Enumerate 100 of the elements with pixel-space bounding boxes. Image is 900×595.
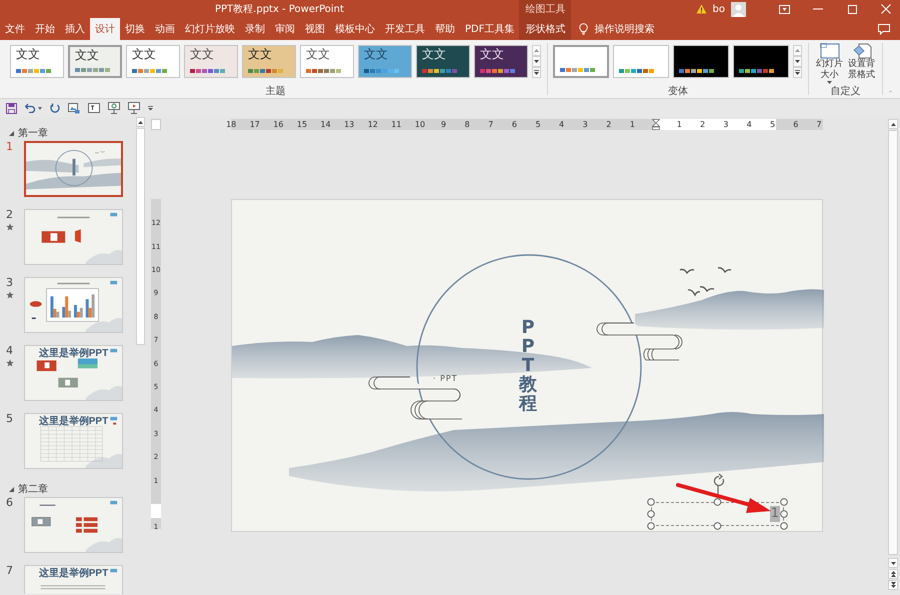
- slide-number: 1: [6, 141, 13, 154]
- indent-marker-icon[interactable]: [652, 119, 660, 130]
- color-palette-drawing: [248, 69, 284, 73]
- customize-caret-icon[interactable]: [148, 106, 153, 110]
- scroll-up-icon: [890, 122, 896, 126]
- dropdown-caret-icon[interactable]: [38, 106, 42, 110]
- ribbon-button[interactable]: 设置背景格式: [846, 43, 876, 81]
- redo-icon[interactable]: [50, 103, 60, 113]
- theme-thumbnail[interactable]: 文文: [10, 45, 64, 78]
- theme-sample-text: 文文: [305, 46, 330, 62]
- star-icon: [6, 223, 14, 232]
- gallery-down-button[interactable]: [793, 56, 802, 67]
- color-palette-drawing: [132, 69, 168, 73]
- ribbon-tab[interactable]: 审阅: [270, 18, 300, 40]
- star-icon: [6, 291, 14, 300]
- scrollbar-thumb[interactable]: [888, 130, 898, 555]
- theme-sample-text: 文文: [479, 46, 504, 62]
- slide-number: 2: [6, 209, 13, 222]
- ribbon-tab[interactable]: 视图: [300, 18, 330, 40]
- color-palette-drawing: [480, 69, 516, 73]
- more-caret-icon: [534, 70, 539, 75]
- lightbulb-icon[interactable]: [579, 23, 588, 35]
- ribbon-tab[interactable]: 录制: [240, 18, 270, 40]
- slide-thumbnail-title: 这里是举例PPT: [38, 569, 110, 579]
- ribbon-tab[interactable]: 文件: [0, 18, 30, 40]
- slide-thumbnail[interactable]: 这里是举例PPT: [24, 565, 123, 594]
- gallery-more-button[interactable]: [793, 67, 802, 78]
- group-label: 自定义: [830, 84, 861, 98]
- ribbon-tab[interactable]: 开始: [30, 18, 60, 40]
- color-palette-drawing: [679, 69, 716, 73]
- ribbon-tab[interactable]: 切换: [120, 18, 150, 40]
- section-toggle-icon[interactable]: [9, 130, 14, 136]
- text-box-icon[interactable]: [88, 103, 100, 113]
- undo-icon[interactable]: [25, 103, 36, 113]
- scroll-up-icon: [138, 120, 143, 124]
- theme-sample-text: 文文: [74, 47, 99, 62]
- warning-icon[interactable]: [696, 4, 707, 14]
- slide-number: 6: [6, 497, 13, 510]
- section-title: 第二章: [18, 482, 48, 496]
- section-title: 第一章: [18, 126, 48, 140]
- theme-thumbnail[interactable]: 文文: [184, 45, 238, 78]
- gallery-down-button[interactable]: [532, 56, 541, 67]
- scroll-up-button[interactable]: [888, 119, 898, 129]
- slide-number: 5: [6, 413, 13, 426]
- theme-thumbnail[interactable]: 文文: [68, 45, 122, 78]
- ribbon-tab[interactable]: 帮助: [430, 18, 460, 40]
- color-palette-drawing: [739, 69, 776, 73]
- caret-up-icon: [534, 49, 539, 52]
- ribbon-button[interactable]: 幻灯片大小: [814, 43, 845, 84]
- slide-thumbnail[interactable]: 这里是举例PPT: [24, 413, 123, 469]
- theme-thumbnail[interactable]: 文文: [474, 45, 528, 78]
- variant-thumbnail[interactable]: [733, 45, 790, 78]
- variant-thumbnail[interactable]: [613, 45, 670, 78]
- save-icon[interactable]: [6, 102, 17, 114]
- ribbon-tab[interactable]: 模板中心: [330, 18, 380, 40]
- caret-down-icon: [534, 60, 539, 63]
- double-up-icon: [890, 571, 896, 577]
- scroll-down-button[interactable]: [888, 558, 898, 568]
- ribbon-tab[interactable]: 动画: [150, 18, 180, 40]
- ribbon-tab[interactable]: 幻灯片放映: [180, 18, 240, 40]
- ribbon-tab[interactable]: PDF工具集: [460, 18, 520, 40]
- gallery-more-button[interactable]: [532, 67, 541, 78]
- scrollbar-thumb[interactable]: [136, 128, 145, 345]
- ribbon-tab[interactable]: 设计: [90, 18, 120, 40]
- scroll-up-button[interactable]: [136, 117, 145, 127]
- color-palette-drawing: [306, 69, 342, 73]
- tell-me-search[interactable]: 操作说明搜索: [592, 22, 654, 36]
- group-label: 主题: [266, 84, 286, 98]
- next-slide-button[interactable]: [888, 580, 898, 590]
- theme-thumbnail[interactable]: 文文: [300, 45, 354, 78]
- previous-slide-button[interactable]: [888, 569, 898, 579]
- screen-icon[interactable]: [128, 102, 140, 114]
- slide-thumbnail[interactable]: 这里是举例PPT: [24, 345, 123, 401]
- star-icon: [6, 359, 14, 368]
- slide-title: PPT教程: [519, 319, 537, 414]
- slide-picture-icon[interactable]: [68, 102, 80, 114]
- avatar-icon[interactable]: [731, 2, 746, 16]
- ribbon-display-icon: [778, 4, 790, 14]
- variant-thumbnail[interactable]: [553, 45, 610, 78]
- theme-sample-text: 文文: [247, 46, 272, 62]
- theme-sample-text: 文文: [421, 46, 446, 62]
- group-label: 变体: [668, 84, 688, 98]
- minimize-icon: [813, 8, 823, 10]
- caret-down-icon: [795, 60, 800, 63]
- window-title: PPT教程.pptx - PowerPoint: [214, 3, 344, 16]
- section-toggle-icon[interactable]: [9, 486, 14, 492]
- comment-icon[interactable]: [878, 24, 890, 34]
- color-palette-drawing: [16, 69, 52, 73]
- slide-subtitle: · PPT: [433, 374, 458, 383]
- theme-thumbnail[interactable]: 文文: [358, 45, 412, 78]
- theme-thumbnail[interactable]: 文文: [416, 45, 470, 78]
- ribbon-tab[interactable]: 形状格式: [519, 18, 572, 40]
- ribbon-tab[interactable]: 插入: [60, 18, 90, 40]
- color-palette-drawing: [619, 69, 656, 73]
- ribbon-tab[interactable]: 开发工具: [380, 18, 430, 40]
- variant-thumbnail[interactable]: [673, 45, 730, 78]
- theme-sample-text: 文文: [189, 46, 214, 62]
- theme-thumbnail[interactable]: 文文: [242, 45, 296, 78]
- presenter-icon[interactable]: [108, 102, 120, 114]
- theme-thumbnail[interactable]: 文文: [126, 45, 180, 78]
